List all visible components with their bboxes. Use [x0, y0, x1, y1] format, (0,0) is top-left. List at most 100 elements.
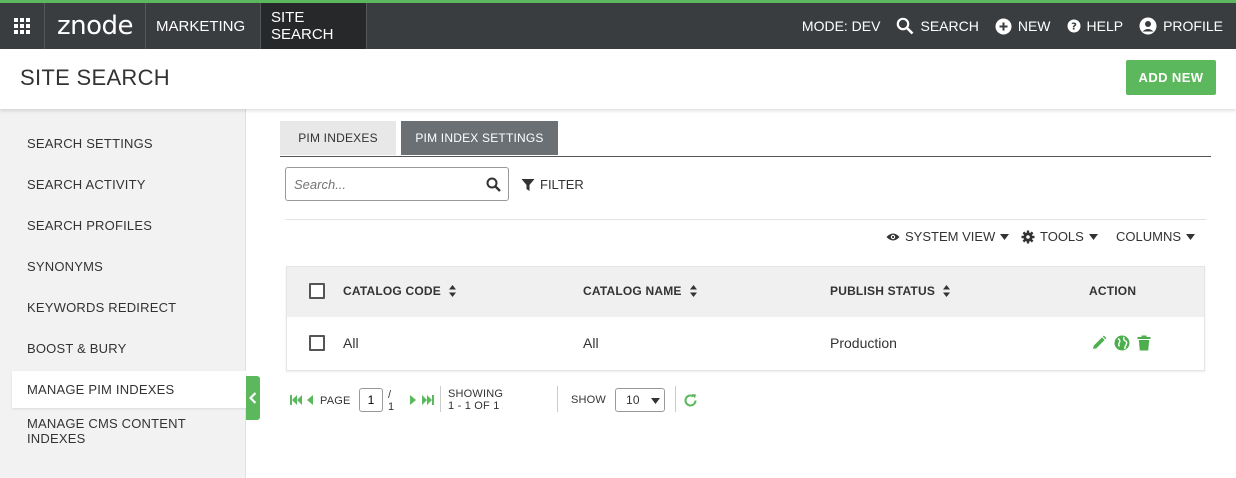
column-header-label: PUBLISH STATUS [830, 284, 936, 298]
sidebar-item-search-profiles[interactable]: SEARCH PROFILES [12, 207, 246, 244]
last-page-icon [422, 395, 434, 405]
top-navigation-bar: znode MARKETING SITE SEARCH MODE: DEV SE… [0, 0, 1236, 49]
grid-search-box [285, 167, 509, 201]
search-label: SEARCH [920, 18, 979, 34]
globe-icon[interactable] [1114, 335, 1130, 351]
prev-page-button[interactable] [307, 388, 314, 412]
column-header-label: ACTION [1089, 284, 1137, 298]
show-label: SHOW [571, 394, 607, 406]
search-icon [897, 17, 914, 35]
edit-icon[interactable] [1091, 335, 1107, 351]
columns-label: COLUMNS [1116, 229, 1182, 244]
profile-icon [1139, 17, 1157, 35]
column-header-catalog-name[interactable]: CATALOG NAME [583, 284, 697, 298]
pim-index-grid: CATALOG CODE CATALOG NAME PUBLISH STATUS… [286, 266, 1205, 371]
select-all-checkbox[interactable] [309, 283, 325, 299]
page-title: SITE SEARCH [20, 65, 170, 90]
caret-down-icon [1088, 233, 1098, 240]
divider [285, 219, 1206, 220]
sidebar-item-manage-cms-content-indexes[interactable]: MANAGE CMS CONTENT INDEXES [12, 412, 246, 449]
sidebar-collapse-button[interactable] [246, 376, 260, 420]
svg-text:?: ? [1071, 22, 1077, 33]
new-button[interactable]: NEW [995, 18, 1051, 35]
sidebar-item-search-settings[interactable]: SEARCH SETTINGS [12, 125, 246, 162]
sidebar-item-synonyms[interactable]: SYNONYMS [12, 248, 246, 285]
first-page-icon [290, 395, 302, 405]
page-number-input-wrap [359, 388, 383, 412]
page-number-input[interactable] [359, 388, 383, 412]
system-view-dropdown[interactable]: SYSTEM VIEW [886, 229, 1010, 244]
znode-logo[interactable]: znode [45, 3, 146, 49]
caret-down-icon [1186, 233, 1196, 240]
filter-icon [521, 178, 535, 191]
filter-button[interactable]: FILTER [521, 177, 584, 192]
next-page-icon [410, 395, 416, 405]
help-label: HELP [1086, 18, 1124, 34]
add-new-button[interactable]: ADD NEW [1126, 60, 1216, 95]
tab-pim-indexes[interactable]: PIM INDEXES [280, 121, 396, 155]
column-header-action: ACTION [1089, 284, 1136, 298]
global-search-button[interactable]: SEARCH [896, 17, 979, 35]
top-right-actions: MODE: DEV SEARCH NEW ? HELP PROFILE [802, 3, 1236, 49]
apps-menu-button[interactable] [0, 3, 45, 49]
sort-icon [448, 285, 456, 297]
sidebar-item-keywords-redirect[interactable]: KEYWORDS REDIRECT [12, 289, 246, 326]
column-header-label: CATALOG NAME [583, 284, 682, 298]
page-header: SITE SEARCH ADD NEW [0, 49, 1236, 109]
total-pages: / 1 [388, 389, 395, 413]
mode-indicator[interactable]: MODE: DEV [802, 18, 881, 34]
sort-icon [689, 285, 697, 297]
refresh-icon [684, 393, 697, 406]
last-page-button[interactable] [422, 388, 434, 412]
sidebar-item-manage-pim-indexes[interactable]: MANAGE PIM INDEXES [12, 371, 246, 408]
sidebar: SEARCH SETTINGS SEARCH ACTIVITY SEARCH P… [0, 109, 246, 478]
delete-icon[interactable] [1137, 335, 1151, 351]
sort-icon [943, 285, 951, 297]
columns-dropdown[interactable]: COLUMNS [1116, 229, 1196, 244]
publish-status-cell: Production [830, 335, 897, 351]
next-page-button[interactable] [409, 388, 416, 412]
marketing-menu-label: MARKETING [156, 17, 246, 35]
first-page-button[interactable] [290, 388, 302, 412]
page-label: PAGE [320, 395, 351, 407]
search-icon[interactable] [486, 177, 501, 192]
page-size-value: 10 [626, 393, 640, 407]
caret-down-icon [651, 398, 660, 404]
row-checkbox[interactable] [309, 335, 325, 351]
search-input[interactable] [286, 168, 476, 200]
column-header-catalog-code[interactable]: CATALOG CODE [343, 284, 456, 298]
caret-down-icon [1000, 233, 1010, 240]
eye-icon [886, 233, 900, 240]
profile-label: PROFILE [1163, 18, 1223, 34]
apps-grid-icon [14, 18, 30, 34]
tab-bar: PIM INDEXES PIM INDEX SETTINGS [280, 121, 1211, 157]
filter-label: FILTER [540, 177, 584, 192]
column-header-label: CATALOG CODE [343, 284, 441, 298]
sidebar-item-search-activity[interactable]: SEARCH ACTIVITY [12, 166, 246, 203]
new-label: NEW [1017, 18, 1051, 34]
pager-divider [557, 386, 558, 412]
prev-page-icon [307, 395, 313, 405]
help-button[interactable]: ? HELP [1067, 18, 1124, 34]
marketing-menu[interactable]: MARKETING [146, 3, 261, 49]
gear-icon [1021, 230, 1035, 243]
showing-count: SHOWING 1 - 1 OF 1 [448, 388, 504, 412]
tab-pim-index-settings[interactable]: PIM INDEX SETTINGS [401, 121, 558, 155]
profile-button[interactable]: PROFILE [1139, 17, 1223, 35]
sidebar-item-boost-bury[interactable]: BOOST & BURY [12, 330, 246, 367]
row-actions [1091, 335, 1151, 351]
catalog-name-cell: All [583, 335, 599, 351]
refresh-button[interactable] [683, 388, 698, 412]
collapse-left-icon [249, 392, 257, 404]
catalog-code-cell: All [343, 335, 359, 351]
pager-divider [675, 386, 676, 412]
page-size-select[interactable]: 10 [615, 388, 665, 412]
mode-label: MODE: DEV [801, 18, 881, 34]
pager-divider [440, 386, 441, 412]
site-search-nav[interactable]: SITE SEARCH [261, 3, 367, 49]
tools-dropdown[interactable]: TOOLS [1021, 229, 1098, 244]
column-header-publish-status[interactable]: PUBLISH STATUS [830, 284, 951, 298]
tools-label: TOOLS [1040, 229, 1084, 244]
help-icon: ? [1067, 19, 1081, 33]
system-view-label: SYSTEM VIEW [905, 229, 996, 244]
